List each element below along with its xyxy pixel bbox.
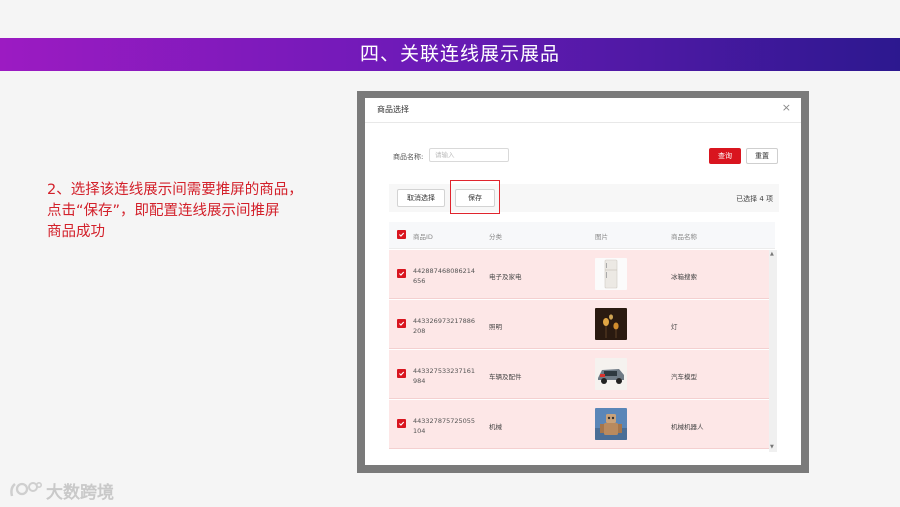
table-scrollbar[interactable] (769, 250, 777, 452)
column-header-category: 分类 (489, 233, 502, 241)
title-banner: 四、关联连线展示展品 (0, 38, 900, 71)
table-row[interactable]: 443326973217886208 照明 灯 (389, 300, 775, 349)
logo-text: 大数跨境 (46, 482, 114, 503)
product-name: 机械机器人 (671, 423, 704, 431)
reset-button[interactable]: 重置 (746, 148, 778, 164)
row-checkbox[interactable] (397, 419, 406, 428)
check-icon (399, 232, 405, 237)
scroll-up-icon[interactable]: ▲ (770, 251, 774, 257)
logo-mark-icon (10, 481, 42, 497)
selected-count: 已选择 4 项 (736, 195, 773, 203)
modal-title: 商品选择 (377, 105, 409, 114)
column-header-id: 商品ID (413, 233, 433, 241)
slide-title: 四、关联连线展示展品 (359, 43, 560, 65)
check-icon (399, 421, 405, 426)
product-category: 车辆及配件 (489, 373, 522, 381)
product-category: 照明 (489, 323, 502, 331)
row-checkbox[interactable] (397, 319, 406, 328)
robot-image (595, 408, 627, 440)
check-icon (399, 271, 405, 276)
product-name-label: 商品名称: (393, 153, 424, 161)
query-button[interactable]: 查询 (709, 148, 741, 164)
product-name: 灯 (671, 323, 678, 331)
table-row[interactable]: 443327875725055104 机械 机械机器人 (389, 400, 775, 449)
product-name-input[interactable] (429, 148, 509, 162)
product-id: 443326973217886208 (413, 317, 476, 335)
deselect-button[interactable]: 取消选择 (397, 189, 445, 207)
product-category: 电子及家电 (489, 273, 522, 281)
modal-header: 商品选择 × (365, 98, 801, 123)
row-checkbox[interactable] (397, 269, 406, 278)
fridge-image (595, 258, 627, 290)
product-id: 442887468086214656 (413, 267, 476, 285)
instruction-text: 2、选择该连线展示间需要推屏的商品， 点击“保存”，即配置连线展示间推屏 商品成… (47, 182, 303, 240)
brand-logo: 大数跨境 (8, 478, 114, 503)
close-icon[interactable]: × (782, 102, 791, 114)
product-id: 443327533237161984 (413, 367, 476, 385)
column-header-name: 商品名称 (671, 233, 697, 241)
product-select-modal: 商品选择 × 商品名称: 查询 重置 取消选择 保存 已选择 4 项 商品ID … (365, 98, 801, 465)
product-name: 冰箱搜索 (671, 273, 697, 281)
select-all-checkbox[interactable] (397, 230, 406, 239)
product-category: 机械 (489, 423, 502, 431)
row-checkbox[interactable] (397, 369, 406, 378)
car-model-image (595, 358, 627, 390)
scroll-down-icon[interactable]: ▼ (770, 444, 774, 450)
table-row[interactable]: 442887468086214656 电子及家电 冰箱搜索 (389, 250, 775, 299)
table-row[interactable]: 443327533237161984 车辆及配件 汽车模型 (389, 350, 775, 399)
selection-toolbar: 取消选择 保存 已选择 4 项 (389, 180, 779, 214)
check-icon (399, 371, 405, 376)
candle-lamp-image (595, 308, 627, 340)
product-id: 443327875725055104 (413, 417, 476, 435)
save-button[interactable]: 保存 (455, 189, 495, 207)
check-icon (399, 321, 405, 326)
product-name: 汽车模型 (671, 373, 697, 381)
column-header-image: 图片 (595, 233, 608, 241)
table-header: 商品ID 分类 图片 商品名称 (389, 222, 775, 249)
